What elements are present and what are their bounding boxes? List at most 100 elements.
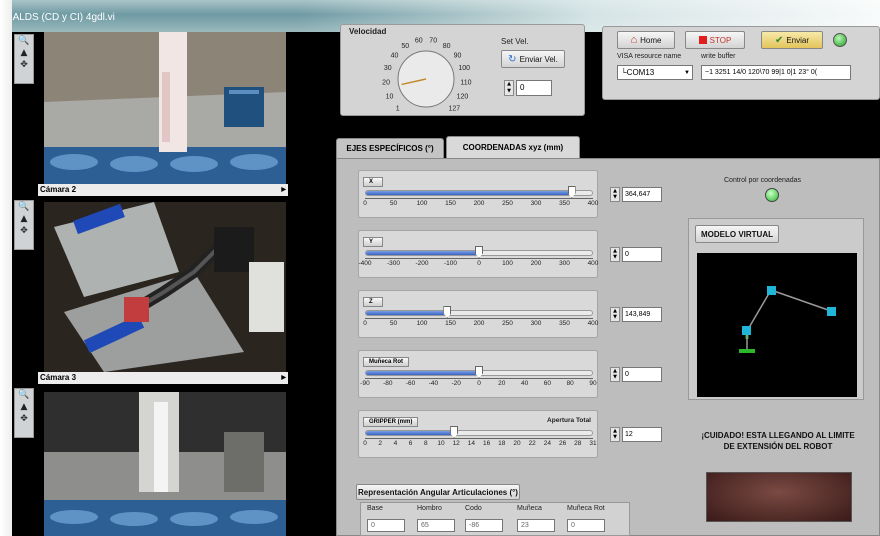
send-led <box>833 33 847 47</box>
camera2-tools[interactable]: 🔍 ▲ ✥ <box>14 200 34 250</box>
camera2-view <box>44 202 286 372</box>
slider-label[interactable]: GRIPPER (mm) <box>363 417 419 427</box>
slider-tick-label: 0 <box>477 260 481 267</box>
write-buffer-field[interactable]: ~1 3251 14/0 120\70 99|1 0|1 23° 0( <box>701 65 851 80</box>
slider-tick-label: 200 <box>473 320 485 327</box>
slider-thumb[interactable] <box>450 426 459 438</box>
slider-value[interactable]: 364,647 <box>622 187 662 202</box>
slider-tick-label: 31 <box>589 440 597 447</box>
slider-tick-label: -300 <box>386 260 401 267</box>
dial-tick-label: 40 <box>391 52 399 59</box>
velocity-numeric[interactable]: ▲ ▼ 0 <box>504 80 554 96</box>
slider-tick-label: 50 <box>389 200 398 207</box>
slider-value[interactable]: 12 <box>622 427 662 442</box>
send-label: Enviar <box>786 35 810 45</box>
slider-tick-label: 20 <box>498 380 506 387</box>
joint-label: Muñeca <box>517 505 542 512</box>
camera3-image <box>44 392 286 536</box>
dial-tick-label: 1 <box>396 105 400 112</box>
send-button[interactable]: ✔ Enviar <box>761 31 823 49</box>
tab-ejes-label: EJES ESPECÍFICOS (°) <box>346 144 434 153</box>
stop-icon <box>698 36 707 44</box>
joints-box: Base 0 Hombro 65 Codo -86 Muñeca 23 Muñeca Rot 0 <box>360 502 630 536</box>
scroll-right-icon[interactable]: ▶ <box>281 372 286 384</box>
home-label: Home <box>640 35 662 45</box>
slider-row-3: Muñeca Rot -90 -80 -60 -40 -20 0 20 40 60 80 90 <box>358 350 598 398</box>
pan-icon[interactable]: ✥ <box>20 413 28 425</box>
joint-value[interactable]: 23 <box>517 519 555 532</box>
slider-label[interactable]: Muñeca Rot <box>363 357 410 367</box>
slider-tick-label: 400 <box>587 320 599 327</box>
velocity-dial[interactable]: 1102030405060 708090100110120127 <box>351 25 501 117</box>
slider-thumb[interactable] <box>567 186 576 198</box>
joints-title-button[interactable]: Representación Angular Articulaciones (°… <box>356 484 520 500</box>
slider-value[interactable]: 143,849 <box>622 307 662 322</box>
dial-tick-label: 50 <box>401 43 409 50</box>
slider-track[interactable] <box>365 186 593 198</box>
spinner-icon[interactable]: ▲ ▼ <box>610 367 620 382</box>
send-velocity-button[interactable]: ↻ Enviar Vel. <box>501 50 565 68</box>
check-icon: ✔ <box>774 34 784 46</box>
slider-numeric[interactable]: ▲ ▼ 12 <box>610 427 662 442</box>
control-led <box>765 188 779 202</box>
slider-track[interactable] <box>365 306 593 318</box>
camera1-tools[interactable]: 🔍 ▲ ✥ <box>14 34 34 84</box>
pan-icon[interactable]: ✥ <box>20 59 28 71</box>
slider-track[interactable] <box>365 426 593 438</box>
camera3-tools[interactable]: 🔍 ▲ ✥ <box>14 388 34 438</box>
pointer-icon[interactable]: ▲ <box>21 47 28 59</box>
model-virtual-button[interactable]: MODELO VIRTUAL <box>695 225 779 243</box>
spinner-icon[interactable]: ▲ ▼ <box>610 307 620 322</box>
warning-lamp <box>706 472 852 522</box>
tab-coordenadas[interactable]: COORDENADAS xyz (mm) <box>446 136 580 158</box>
spinner-icon[interactable]: ▲ ▼ <box>504 80 514 96</box>
slider-thumb[interactable] <box>475 366 483 378</box>
pointer-icon[interactable]: ▲ <box>21 401 28 413</box>
slider-numeric[interactable]: ▲ ▼ 364,647 <box>610 187 662 202</box>
slider-thumb[interactable] <box>443 306 452 318</box>
joint-value[interactable]: 0 <box>567 519 605 532</box>
slider-label[interactable]: Y <box>363 237 383 247</box>
pan-icon[interactable]: ✥ <box>20 225 28 237</box>
joint-value[interactable]: 0 <box>367 519 405 532</box>
chevron-down-icon[interactable]: ▼ <box>684 66 690 79</box>
slider-thumb[interactable] <box>475 246 483 258</box>
slider-numeric[interactable]: ▲ ▼ 0 <box>610 367 662 382</box>
spinner-icon[interactable]: ▲ ▼ <box>610 247 620 262</box>
spinner-icon[interactable]: ▲ ▼ <box>610 187 620 202</box>
tab-ejes-especificos[interactable]: EJES ESPECÍFICOS (°) <box>336 138 444 158</box>
slider-ticks: -90 -80 -60 -40 -20 0 20 40 60 80 90 <box>360 380 597 394</box>
joint-value[interactable]: -86 <box>465 519 503 532</box>
slider-value[interactable]: 0 <box>622 247 662 262</box>
home-button[interactable]: ⌂ Home <box>617 31 675 49</box>
visa-select[interactable]: └COM13 ▼ <box>617 65 693 80</box>
slider-numeric[interactable]: ▲ ▼ 143,849 <box>610 307 662 322</box>
camera2-image <box>44 202 286 372</box>
slider-tick-label: 26 <box>558 440 567 447</box>
slider-label[interactable]: Z <box>363 297 383 307</box>
model-joint-elbow <box>767 286 776 295</box>
pointer-icon[interactable]: ▲ <box>21 213 28 225</box>
slider-numeric[interactable]: ▲ ▼ 0 <box>610 247 662 262</box>
slider-fill <box>366 431 455 435</box>
velocity-value[interactable]: 0 <box>516 80 552 96</box>
zoom-icon[interactable]: 🔍 <box>18 35 29 47</box>
camera-column: 🔍 ▲ ✥ Cámara 2 ▶ 🔍 ▲ ✥ Cámara 3 ▶ 🔍 ▲ ✥ <box>12 32 290 536</box>
slider-tick-label: -400 <box>358 260 372 267</box>
slider-row-4: GRIPPER (mm) Apertura Total 0 2 4 6 8 10 12 14 16 1… <box>358 410 598 458</box>
model-base-plate <box>739 349 755 353</box>
zoom-icon[interactable]: 🔍 <box>18 201 29 213</box>
stop-button[interactable]: STOP <box>685 31 745 49</box>
slider-label[interactable]: X <box>363 177 383 187</box>
dial-tick-label: 90 <box>454 52 462 59</box>
slider-track[interactable] <box>365 246 593 258</box>
slider-value[interactable]: 0 <box>622 367 662 382</box>
slider-track[interactable] <box>365 366 593 378</box>
slider-tick-label: 4 <box>393 440 398 447</box>
joint-value[interactable]: 65 <box>417 519 455 532</box>
slider-tick-label: -40 <box>428 380 439 387</box>
slider-tick-label: 22 <box>528 440 536 447</box>
spinner-icon[interactable]: ▲ ▼ <box>610 427 620 442</box>
zoom-icon[interactable]: 🔍 <box>18 389 29 401</box>
scroll-right-icon[interactable]: ▶ <box>281 184 286 196</box>
